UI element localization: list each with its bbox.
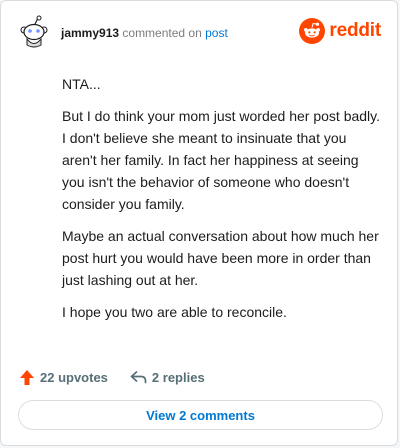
reddit-logo[interactable]: reddit xyxy=(299,17,381,45)
comment-paragraph: Maybe an actual conversation about how m… xyxy=(62,228,379,288)
upvote-arrow-icon xyxy=(20,369,34,385)
comment-card: jammy913 commented on post reddit NTA...… xyxy=(0,0,398,446)
comment-header: jammy913 commented on post reddit xyxy=(17,15,381,51)
snoo-avatar-icon[interactable] xyxy=(17,15,51,49)
replies-button[interactable]: 2 replies xyxy=(130,370,205,385)
comment-paragraph: I hope you two are able to reconcile. xyxy=(62,304,287,320)
commented-on-text: commented on xyxy=(122,26,202,40)
post-link[interactable]: post xyxy=(205,26,228,40)
upvotes-count: 22 upvotes xyxy=(40,369,108,385)
comment-paragraph: NTA... xyxy=(62,76,101,92)
comment-paragraph: But I do think your mom just worded her … xyxy=(62,108,381,212)
reply-arrow-icon xyxy=(130,371,147,384)
view-comments-button[interactable]: View 2 comments xyxy=(18,400,383,430)
reddit-wordmark: reddit xyxy=(329,20,381,41)
comment-body: NTA... But I do think your mom just word… xyxy=(62,73,384,333)
replies-count: 2 replies xyxy=(151,369,205,385)
comment-meta: jammy913 commented on post xyxy=(61,25,228,41)
reddit-snoo-icon xyxy=(299,18,326,44)
username-link[interactable]: jammy913 xyxy=(61,26,119,40)
comment-actions: 22 upvotes 2 replies xyxy=(19,367,205,387)
upvote-button[interactable]: 22 upvotes xyxy=(19,369,108,386)
